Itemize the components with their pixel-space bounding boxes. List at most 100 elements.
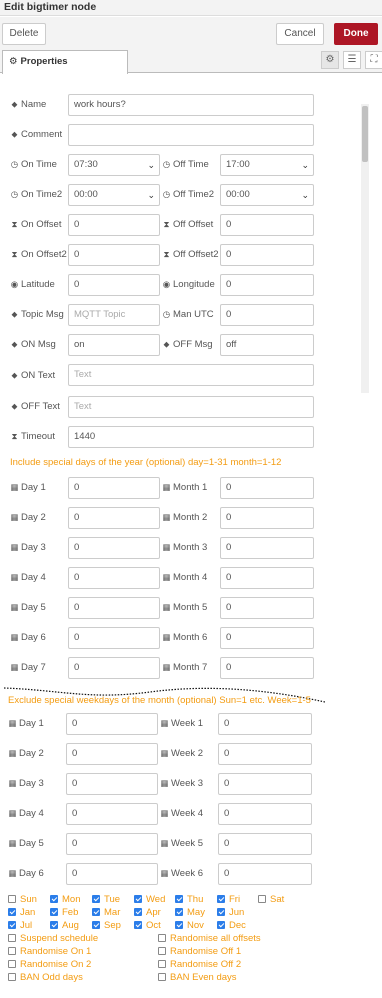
off-text-input[interactable]: Text	[68, 396, 314, 418]
checkbox-checked[interactable]	[134, 895, 142, 903]
tab-description[interactable]: ☰	[343, 51, 361, 69]
on-time2-select[interactable]: 00:00 ⌄	[68, 184, 160, 206]
month-checkbox-sep[interactable]: Sep	[92, 920, 121, 931]
on-offset-input[interactable]: 0	[68, 214, 160, 236]
special-day-input[interactable]: 0	[68, 477, 160, 499]
checkbox-checked[interactable]	[92, 908, 100, 916]
timeout-input[interactable]: 1440	[68, 426, 314, 448]
longitude-input[interactable]: 0	[220, 274, 314, 296]
option-checkbox[interactable]: BAN Even days	[158, 972, 237, 983]
special-month-input[interactable]: 0	[220, 597, 314, 619]
month-checkbox-jun[interactable]: Jun	[217, 907, 244, 918]
weekday-checkbox-tue[interactable]: Tue	[92, 894, 120, 905]
option-checkbox[interactable]: BAN Odd days	[8, 972, 83, 983]
checkbox-unchecked[interactable]	[8, 947, 16, 955]
exclude-week-input[interactable]: 0	[218, 773, 312, 795]
month-checkbox-mar[interactable]: Mar	[92, 907, 120, 918]
exclude-day-input[interactable]: 0	[66, 743, 158, 765]
month-checkbox-jan[interactable]: Jan	[8, 907, 35, 918]
weekday-checkbox-thu[interactable]: Thu	[175, 894, 203, 905]
exclude-day-input[interactable]: 0	[66, 713, 158, 735]
option-checkbox[interactable]: Randomise Off 2	[158, 959, 241, 970]
option-checkbox[interactable]: Randomise On 2	[8, 959, 91, 970]
checkbox-unchecked[interactable]	[8, 973, 16, 981]
checkbox-checked[interactable]	[217, 921, 225, 929]
weekday-checkbox-mon[interactable]: Mon	[50, 894, 80, 905]
special-month-input[interactable]: 0	[220, 567, 314, 589]
checkbox-unchecked[interactable]	[158, 947, 166, 955]
option-checkbox[interactable]: Randomise Off 1	[158, 946, 241, 957]
checkbox-unchecked[interactable]	[8, 895, 16, 903]
weekday-checkbox-wed[interactable]: Wed	[134, 894, 165, 905]
exclude-week-input[interactable]: 0	[218, 803, 312, 825]
exclude-week-input[interactable]: 0	[218, 743, 312, 765]
weekday-checkbox-sat[interactable]: Sat	[258, 894, 284, 905]
checkbox-checked[interactable]	[175, 908, 183, 916]
checkbox-unchecked[interactable]	[158, 934, 166, 942]
option-checkbox[interactable]: Randomise all offsets	[158, 933, 261, 944]
checkbox-unchecked[interactable]	[158, 973, 166, 981]
exclude-day-input[interactable]: 0	[66, 833, 158, 855]
on-text-input[interactable]: Text	[68, 364, 314, 386]
option-checkbox[interactable]: Suspend schedule	[8, 933, 98, 944]
done-button[interactable]: Done	[334, 23, 378, 45]
on-msg-input[interactable]: on	[68, 334, 160, 356]
checkbox-checked[interactable]	[8, 908, 16, 916]
off-msg-input[interactable]: off	[220, 334, 314, 356]
month-checkbox-apr[interactable]: Apr	[134, 907, 161, 918]
weekday-checkbox-fri[interactable]: Fri	[217, 894, 240, 905]
option-checkbox[interactable]: Randomise On 1	[8, 946, 91, 957]
off-time2-select[interactable]: 00:00 ⌄	[220, 184, 314, 206]
scrollbar[interactable]	[361, 104, 369, 393]
exclude-day-input[interactable]: 0	[66, 773, 158, 795]
checkbox-checked[interactable]	[134, 921, 142, 929]
special-day-input[interactable]: 0	[68, 567, 160, 589]
checkbox-checked[interactable]	[92, 921, 100, 929]
special-day-input[interactable]: 0	[68, 537, 160, 559]
checkbox-unchecked[interactable]	[258, 895, 266, 903]
checkbox-checked[interactable]	[175, 921, 183, 929]
checkbox-unchecked[interactable]	[8, 960, 16, 968]
special-day-input[interactable]: 0	[68, 627, 160, 649]
checkbox-unchecked[interactable]	[8, 934, 16, 942]
month-checkbox-nov[interactable]: Nov	[175, 920, 204, 931]
comment-input[interactable]	[68, 124, 314, 146]
special-month-input[interactable]: 0	[220, 537, 314, 559]
checkbox-unchecked[interactable]	[158, 960, 166, 968]
checkbox-checked[interactable]	[92, 895, 100, 903]
month-checkbox-aug[interactable]: Aug	[50, 920, 79, 931]
exclude-day-input[interactable]: 0	[66, 863, 158, 885]
special-month-input[interactable]: 0	[220, 627, 314, 649]
off-time-select[interactable]: 17:00 ⌄	[220, 154, 314, 176]
tab-properties[interactable]: ⚙ Properties	[2, 50, 128, 74]
special-day-input[interactable]: 0	[68, 507, 160, 529]
exclude-week-input[interactable]: 0	[218, 863, 312, 885]
month-checkbox-oct[interactable]: Oct	[134, 920, 161, 931]
month-checkbox-feb[interactable]: Feb	[50, 907, 78, 918]
checkbox-checked[interactable]	[134, 908, 142, 916]
checkbox-checked[interactable]	[175, 895, 183, 903]
name-input[interactable]: work hours?	[68, 94, 314, 116]
on-time-select[interactable]: 07:30 ⌄	[68, 154, 160, 176]
exclude-week-input[interactable]: 0	[218, 713, 312, 735]
off-offset2-input[interactable]: 0	[220, 244, 314, 266]
on-offset2-input[interactable]: 0	[68, 244, 160, 266]
exclude-day-input[interactable]: 0	[66, 803, 158, 825]
exclude-week-input[interactable]: 0	[218, 833, 312, 855]
checkbox-checked[interactable]	[50, 895, 58, 903]
scrollbar-thumb[interactable]	[362, 106, 368, 162]
delete-button[interactable]: Delete	[2, 23, 46, 45]
topic-msg-input[interactable]: MQTT Topic	[68, 304, 160, 326]
month-checkbox-may[interactable]: May	[175, 907, 205, 918]
checkbox-checked[interactable]	[217, 908, 225, 916]
checkbox-checked[interactable]	[217, 895, 225, 903]
tab-settings[interactable]: ⚙	[321, 51, 339, 69]
checkbox-checked[interactable]	[8, 921, 16, 929]
month-checkbox-dec[interactable]: Dec	[217, 920, 246, 931]
off-offset-input[interactable]: 0	[220, 214, 314, 236]
special-day-input[interactable]: 0	[68, 597, 160, 619]
checkbox-checked[interactable]	[50, 908, 58, 916]
special-month-input[interactable]: 0	[220, 507, 314, 529]
weekday-checkbox-sun[interactable]: Sun	[8, 894, 37, 905]
man-utc-input[interactable]: 0	[220, 304, 314, 326]
